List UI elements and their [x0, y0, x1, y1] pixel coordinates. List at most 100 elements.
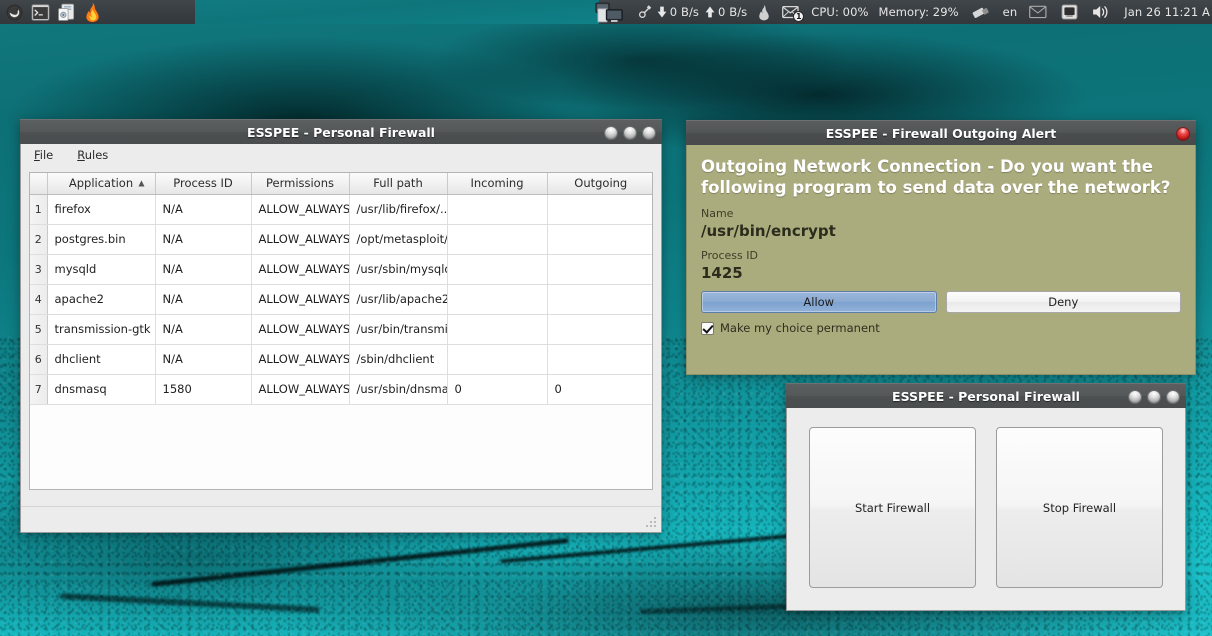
control-window-title: ESSPEE - Personal Firewall: [892, 388, 1080, 404]
column-header-outgoing[interactable]: Outgoing: [547, 173, 652, 195]
mail-tray-icon[interactable]: 1: [776, 0, 806, 24]
cell-application: apache2: [47, 284, 156, 315]
main-firewall-window: ESSPEE - Personal Firewall File Rules Ap…: [20, 119, 662, 533]
alert-window-titlebar[interactable]: ESSPEE - Firewall Outgoing Alert: [686, 120, 1196, 145]
minimize-button[interactable]: [604, 125, 618, 140]
maximize-button[interactable]: [1147, 389, 1161, 404]
rules-table-container[interactable]: Application ▲ Process ID Permissions Ful…: [29, 172, 653, 490]
row-number: 2: [30, 224, 48, 255]
main-window-title: ESSPEE - Personal Firewall: [247, 124, 435, 140]
cell-incoming: 0: [447, 374, 548, 405]
allow-button[interactable]: Allow: [701, 291, 937, 314]
permanent-choice-label: Make my choice permanent: [720, 321, 880, 336]
usb-tray-icon[interactable]: [964, 0, 998, 24]
network-monitor[interactable]: 0 B/s 0 B/s: [633, 0, 752, 24]
alert-close-button[interactable]: [1176, 126, 1190, 141]
desktop: 0 B/s 0 B/s 1 CPU: 00% Memory: 29% en Ja…: [0, 0, 1212, 636]
memory-usage-label: Memory: 29%: [878, 5, 959, 19]
firewall-tray-icon[interactable]: [752, 0, 776, 24]
network-tray-icon[interactable]: [1054, 0, 1085, 24]
alert-heading: Outgoing Network Connection - Do you wan…: [701, 157, 1171, 197]
memory-usage: Memory: 29%: [874, 0, 964, 24]
alert-name-value: /usr/bin/encrypt: [701, 222, 836, 241]
cell-application: transmission-gtk: [47, 314, 156, 345]
row-number: 6: [30, 344, 48, 375]
sort-ascending-icon: ▲: [138, 178, 145, 188]
cell-permissions: ALLOW_ALWAYS: [251, 344, 350, 375]
download-arrow-icon: [657, 6, 667, 18]
top-panel: 0 B/s 0 B/s 1 CPU: 00% Memory: 29% en Ja…: [0, 0, 1212, 24]
wallpaper-streak: [500, 530, 830, 564]
mail-indicator-icon[interactable]: [1022, 0, 1054, 24]
permanent-choice-checkbox[interactable]: [701, 321, 714, 335]
volume-tray-icon[interactable]: [1085, 0, 1119, 24]
maximize-button[interactable]: [623, 125, 637, 140]
cell-incoming: [447, 344, 548, 375]
mail-badge: 1: [793, 11, 805, 22]
column-header-application[interactable]: Application ▲: [47, 173, 156, 195]
cell-full-path: /opt/metasploit/...: [349, 224, 448, 255]
table-row[interactable]: 5 transmission-gtk N/A ALLOW_ALWAYS/usr/bin…: [30, 314, 652, 345]
column-header-incoming[interactable]: Incoming: [447, 173, 548, 195]
column-header-permissions[interactable]: Permissions: [251, 173, 350, 195]
cell-outgoing: [547, 194, 652, 225]
cell-process-id: N/A: [155, 254, 252, 285]
row-number: 1: [30, 194, 48, 225]
clock[interactable]: Jan 26 11:21 A: [1119, 0, 1210, 24]
cell-incoming: [447, 284, 548, 315]
table-row[interactable]: 1 firefox N/A ALLOW_ALWAYS/usr/lib/firefox/…: [30, 194, 652, 225]
cell-application: mysqld: [47, 254, 156, 285]
menu-rules-label: ules: [84, 148, 109, 162]
start-firewall-button[interactable]: Start Firewall: [809, 427, 976, 588]
stop-firewall-button[interactable]: Stop Firewall: [996, 427, 1163, 588]
column-header-process-id[interactable]: Process ID: [155, 173, 252, 195]
table-row[interactable]: 3 mysqld N/A ALLOW_ALWAYS/usr/sbin/mysqld: [30, 254, 652, 285]
alert-pid-value: 1425: [701, 264, 743, 283]
cell-outgoing: [547, 314, 652, 345]
panel-launchers: [0, 0, 103, 24]
cell-process-id: N/A: [155, 284, 252, 315]
firewall-alert-window: ESSPEE - Firewall Outgoing Alert Outgoin…: [686, 120, 1196, 375]
cell-outgoing: [547, 284, 652, 315]
download-speed: 0 B/s: [669, 5, 700, 19]
window-list-item[interactable]: [595, 0, 627, 24]
table-corner-header[interactable]: [30, 173, 48, 195]
statusbar: [21, 506, 661, 532]
keyboard-layout[interactable]: en: [998, 0, 1023, 24]
minimize-button[interactable]: [1128, 389, 1142, 404]
alert-window-title: ESSPEE - Firewall Outgoing Alert: [825, 125, 1057, 141]
cell-incoming: [447, 314, 548, 345]
cell-application: firefox: [47, 194, 156, 225]
cell-permissions: ALLOW_ALWAYS: [251, 254, 350, 285]
control-window-controls: [1128, 384, 1180, 409]
menu-file[interactable]: File: [31, 146, 56, 164]
table-row[interactable]: 6 dhclient N/A ALLOW_ALWAYS/sbin/dhclient: [30, 344, 652, 375]
column-header-full-path[interactable]: Full path: [349, 173, 448, 195]
firewall-launcher-icon[interactable]: [81, 1, 103, 23]
table-row[interactable]: 2 postgres.bin N/A ALLOW_ALWAYS/opt/metaspl…: [30, 224, 652, 255]
file-manager-launcher-icon[interactable]: [55, 1, 77, 23]
control-window-titlebar[interactable]: ESSPEE - Personal Firewall: [786, 383, 1186, 408]
cell-process-id: N/A: [155, 314, 252, 345]
close-button[interactable]: [1166, 389, 1180, 404]
rules-table: Application ▲ Process ID Permissions Ful…: [30, 173, 652, 405]
panel-tray: 0 B/s 0 B/s 1 CPU: 00% Memory: 29% en Ja…: [633, 0, 1212, 24]
table-row[interactable]: 7dnsmasq1580ALLOW_ALWAYS/usr/sbin/dnsmas…: [30, 374, 652, 405]
menu-rules[interactable]: Rules: [74, 146, 111, 164]
cell-application: postgres.bin: [47, 224, 156, 255]
wallpaper-streak: [150, 538, 570, 587]
cell-permissions: ALLOW_ALWAYS: [251, 194, 350, 225]
resize-grip[interactable]: [645, 516, 658, 529]
firefox-launcher-icon[interactable]: [3, 1, 25, 23]
control-window-body: Start Firewall Stop Firewall: [786, 408, 1186, 611]
cell-outgoing: [547, 224, 652, 255]
close-button[interactable]: [642, 125, 656, 140]
deny-button[interactable]: Deny: [945, 291, 1181, 314]
table-row[interactable]: 4apache2N/AALLOW_ALWAYS/usr/lib/apache2.…: [30, 284, 652, 315]
cpu-usage-label: CPU: 00%: [811, 5, 869, 19]
cell-permissions: ALLOW_ALWAYS: [251, 314, 350, 345]
permanent-choice-row[interactable]: Make my choice permanent: [701, 321, 1181, 335]
terminal-launcher-icon[interactable]: [29, 1, 51, 23]
main-window-titlebar[interactable]: ESSPEE - Personal Firewall: [20, 119, 662, 144]
network-plug-icon: [638, 5, 652, 19]
